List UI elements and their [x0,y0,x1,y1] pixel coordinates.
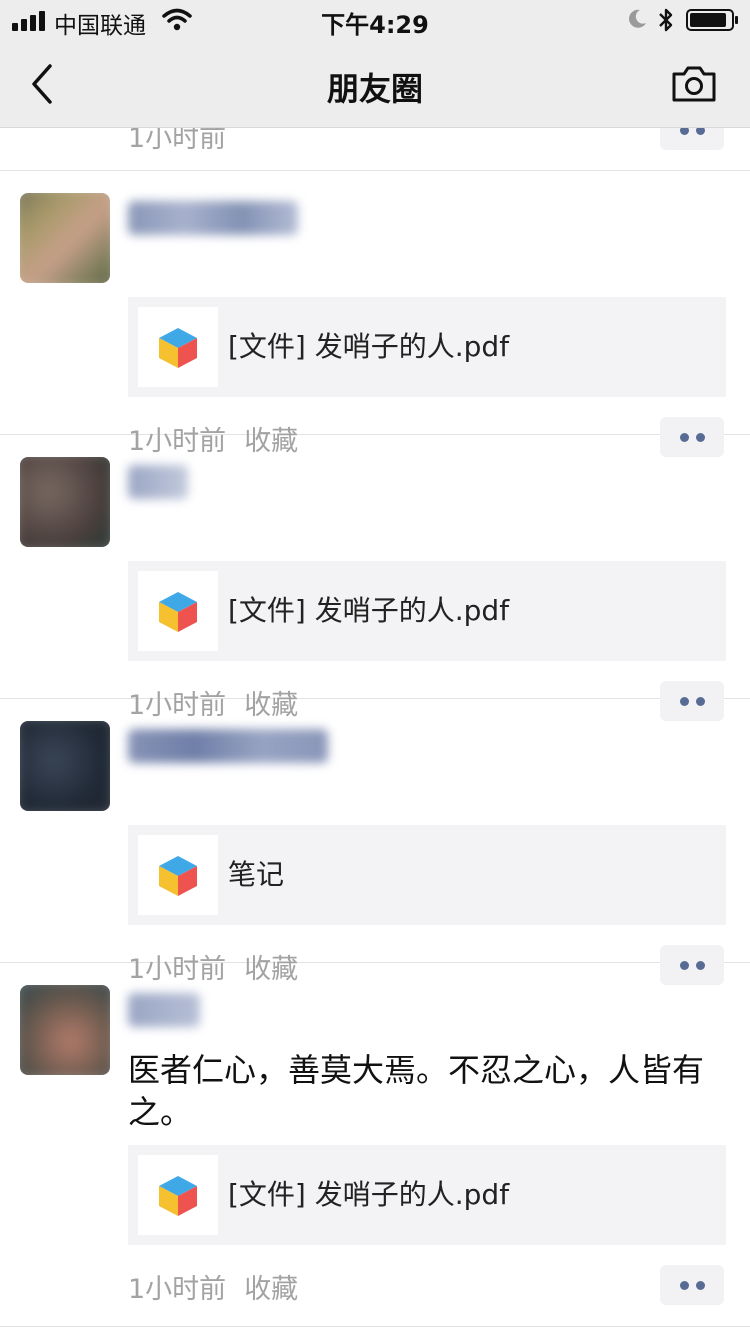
file-card[interactable]: [文件] 发哨子的人.pdf [128,561,726,661]
avatar[interactable] [20,721,110,811]
moon-icon [629,9,646,28]
camera-icon[interactable] [670,64,718,104]
fav-label: 收藏 [244,1274,299,1305]
nav-bar: 朋友圈 [0,40,750,128]
file-thumb [138,571,218,651]
file-thumb [138,835,218,915]
file-cube-icon [159,856,197,896]
avatar[interactable] [20,193,110,283]
top-bar: 中国联通 下午4:29 朋友圈 [0,0,750,128]
file-cube-icon [159,592,197,632]
file-thumb [138,1155,218,1235]
post-item: 医者仁心，善莫大焉。不忍之心，人皆有之。 [文件] 发哨子的人.pdf 1小时前… [0,963,750,1327]
status-bar: 中国联通 下午4:29 [0,0,750,40]
post-meta: 1小时前 收藏 [128,1267,298,1306]
file-title: [文件] 发哨子的人.pdf [228,594,510,627]
post-item: 笔记 1小时前 收藏 [0,699,750,985]
bluetooth-icon [659,8,673,32]
author-name-redacted[interactable] [128,465,188,499]
page-title: 朋友圈 [326,70,423,108]
post-text: 医者仁心，善莫大焉。不忍之心，人皆有之。 [128,1051,705,1131]
post-partial: 1小时前 [0,110,750,171]
post-item: [文件] 发哨子的人.pdf 1小时前 收藏 [0,435,750,721]
post-time: 1小时前 [128,1274,227,1305]
author-name-redacted[interactable] [128,993,200,1027]
avatar[interactable] [20,985,110,1075]
more-button[interactable] [660,1265,724,1305]
author-name-redacted[interactable] [128,201,298,235]
more-dots-icon [680,1281,689,1290]
file-title: [文件] 发哨子的人.pdf [228,330,510,363]
note-card[interactable]: 笔记 [128,825,726,925]
author-name-redacted[interactable] [128,729,328,763]
file-card[interactable]: [文件] 发哨子的人.pdf [128,1145,726,1245]
avatar[interactable] [20,457,110,547]
file-thumb [138,307,218,387]
file-title: [文件] 发哨子的人.pdf [228,1178,510,1211]
battery-icon [686,9,738,31]
file-card[interactable]: [文件] 发哨子的人.pdf [128,297,726,397]
file-cube-icon [159,1176,197,1216]
moments-feed[interactable]: 1小时前 [文件] 发哨子的人.pdf 1小时前 收藏 [文件] 发哨子的人.p… [0,110,750,1327]
post-item: [文件] 发哨子的人.pdf 1小时前 收藏 [0,171,750,457]
file-cube-icon [159,328,197,368]
file-title: 笔记 [228,858,285,891]
